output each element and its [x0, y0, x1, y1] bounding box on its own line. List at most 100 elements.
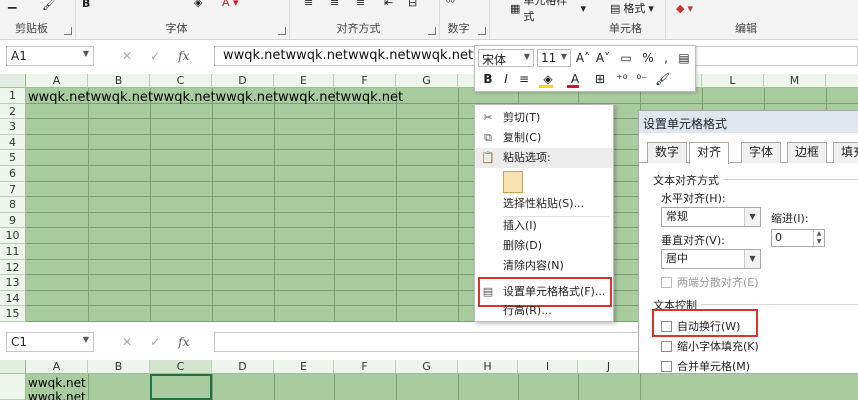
cell-styles-button[interactable]: ▦ 单元格样式 ▾ [510, 0, 586, 23]
row-header[interactable]: 5 [0, 150, 26, 166]
cancel-icon[interactable]: ✕ [122, 49, 132, 63]
menu-item-delete[interactable]: 删除(D) [475, 236, 613, 256]
format-painter-icon[interactable]: 🖌 [42, 0, 56, 12]
align-left-icon[interactable]: ≡ [304, 0, 313, 10]
column-header[interactable]: H [458, 360, 518, 374]
row-header[interactable]: 9 [0, 212, 26, 229]
font-name-select[interactable]: 宋体 ▼ [478, 49, 534, 67]
fill-color-button[interactable]: ◈ [537, 71, 559, 88]
clear-button[interactable]: ◆ ▾ [676, 0, 693, 16]
percent-button[interactable]: % [641, 50, 655, 66]
row-header[interactable]: 2 [0, 103, 26, 120]
row-header[interactable]: 13 [0, 275, 26, 291]
column-header[interactable]: G [396, 74, 458, 88]
select-all-corner[interactable] [0, 74, 26, 88]
menu-item-row-height[interactable]: 行高(R)... [475, 301, 613, 321]
cancel-icon[interactable]: ✕ [122, 335, 132, 349]
column-header[interactable]: E [274, 74, 334, 88]
column-header[interactable]: A [26, 74, 88, 88]
row-header[interactable]: 3 [0, 119, 26, 135]
shrink-to-fit-checkbox[interactable]: 缩小字体填充(K) [661, 338, 759, 354]
chevron-down-icon[interactable]: ▼ [83, 49, 89, 58]
row-header[interactable]: 8 [0, 197, 26, 213]
comma-button[interactable]: , [661, 50, 671, 66]
underline-button[interactable]: ‾ [104, 0, 110, 11]
dialog-launcher-icon[interactable] [64, 27, 72, 35]
select-all-corner[interactable] [0, 360, 26, 374]
decrease-decimal-icon[interactable]: ⁰⁻ [635, 71, 649, 87]
row-header[interactable]: 10 [0, 228, 26, 244]
insert-function-icon[interactable]: fx [178, 335, 189, 349]
column-header[interactable]: F [334, 74, 396, 88]
align-right-icon[interactable]: ≡ [356, 0, 365, 10]
align-center-icon[interactable]: ≡ [517, 71, 531, 87]
column-header[interactable]: D [212, 360, 274, 374]
row-header[interactable]: 4 [0, 134, 26, 151]
chevron-down-icon[interactable]: ▼ [744, 208, 760, 226]
paste-option-icon[interactable] [503, 171, 523, 193]
bold-button[interactable]: B [82, 0, 90, 11]
align-center-icon[interactable]: ≡ [330, 0, 339, 10]
name-box[interactable]: A1 ▼ [6, 46, 94, 66]
chevron-down-icon[interactable]: ▼ [744, 250, 760, 268]
bold-button[interactable]: B [481, 71, 495, 87]
column-header[interactable]: C [150, 360, 212, 374]
menu-item-copy[interactable]: ⧉ 复制(C) [475, 128, 613, 148]
merge-cells-checkbox[interactable]: 合并单元格(M) [661, 358, 750, 373]
indent-spinner[interactable]: 0 ▲ ▼ [771, 229, 825, 247]
increase-decimal-icon[interactable]: ⁺⁰ [615, 71, 629, 87]
chevron-down-icon[interactable]: ▼ [561, 52, 567, 61]
tab-fill[interactable]: 填充 [833, 142, 858, 163]
row-header[interactable]: 6 [0, 166, 26, 182]
name-box[interactable]: C1 ▼ [6, 332, 94, 352]
increase-font-icon[interactable]: A˄ [575, 50, 591, 66]
column-header[interactable]: G [396, 360, 458, 374]
font-size-select[interactable]: 11 ▼ [537, 49, 571, 67]
italic-button[interactable]: I [499, 71, 513, 87]
currency-icon[interactable]: ▭ [619, 50, 633, 66]
borders-icon[interactable]: ⊞ [593, 71, 607, 87]
menu-item-paste-special[interactable]: 选择性粘贴(S)... [475, 194, 613, 214]
chevron-down-icon[interactable]: ▼ [524, 52, 530, 61]
row-header[interactable]: 14 [0, 290, 26, 307]
insert-function-icon[interactable]: fx [178, 49, 189, 63]
dialog-launcher-icon[interactable] [478, 27, 486, 35]
column-header[interactable]: M [764, 74, 826, 88]
column-header[interactable]: D [212, 74, 274, 88]
tab-alignment[interactable]: 对齐 [689, 142, 729, 164]
menu-item-cut[interactable]: ✂ 剪切(T) [475, 108, 613, 128]
row-header[interactable]: 11 [0, 244, 26, 260]
row-header[interactable]: 12 [0, 259, 26, 276]
horizontal-align-select[interactable]: 常规 ▼ [661, 207, 761, 227]
row-header[interactable]: 15 [0, 306, 26, 322]
column-header[interactable]: F [334, 360, 396, 374]
column-header[interactable]: J [578, 360, 640, 374]
tab-number[interactable]: 数字 [647, 142, 687, 163]
vertical-align-select[interactable]: 居中 ▼ [661, 249, 761, 269]
format-painter-icon[interactable]: 🖌 [655, 71, 670, 87]
tab-font[interactable]: 字体 [741, 142, 781, 163]
column-header[interactable]: B [88, 360, 150, 374]
column-header[interactable]: L [702, 74, 764, 88]
justify-distributed-checkbox[interactable]: 两端分散对齐(E) [661, 274, 759, 290]
font-color-button[interactable]: A [565, 71, 585, 88]
paste-icon[interactable]: ▁ [8, 0, 16, 10]
column-header[interactable]: B [88, 74, 150, 88]
column-header[interactable]: C [150, 74, 212, 88]
format-icon[interactable]: ▤ [677, 50, 691, 66]
indent-icon[interactable]: ⇤ [384, 0, 393, 10]
menu-item-clear-contents[interactable]: 清除内容(N) [475, 256, 613, 276]
column-header[interactable] [826, 74, 858, 88]
row-header[interactable]: 7 [0, 181, 26, 198]
decimal-icon[interactable]: ⁰⁰ [446, 0, 455, 10]
row-header[interactable] [0, 374, 26, 400]
dialog-launcher-icon[interactable] [278, 27, 286, 35]
fill-color-button[interactable]: ◈ [194, 0, 202, 10]
format-button[interactable]: ▤ 格式 ▾ [610, 0, 654, 16]
decrease-font-icon[interactable]: A˅ [595, 50, 611, 66]
font-color-button[interactable]: A ▾ [222, 0, 239, 10]
enter-icon[interactable]: ✓ [150, 335, 160, 349]
column-header[interactable]: E [274, 360, 334, 374]
row-header[interactable]: 1 [0, 88, 26, 104]
column-header[interactable]: I [518, 360, 578, 374]
